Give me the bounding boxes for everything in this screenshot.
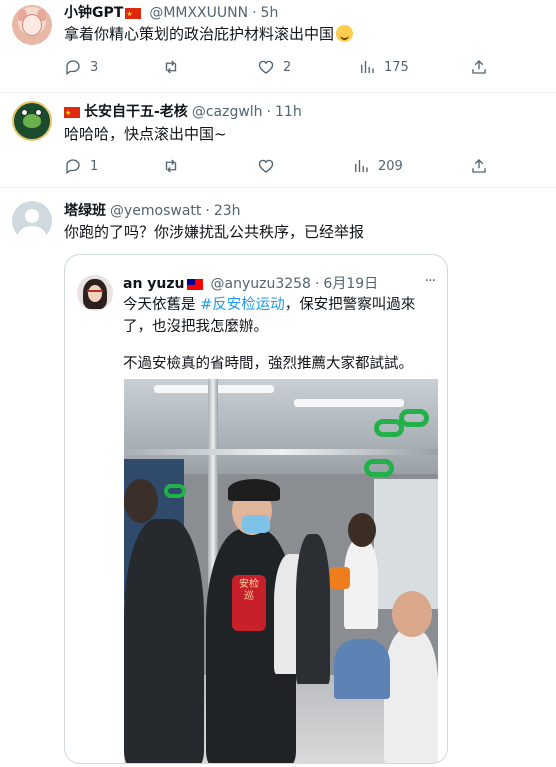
photo-person — [124, 519, 204, 763]
reply-icon — [66, 60, 80, 76]
photo-person — [296, 534, 330, 684]
user-handle[interactable]: @cazgwlh — [192, 103, 263, 121]
photo-person — [384, 629, 438, 763]
avatar-eye — [21, 109, 28, 116]
share-button[interactable] — [470, 58, 488, 76]
sweat-smile-emoji-icon — [336, 25, 354, 42]
reply-count: 1 — [90, 158, 99, 174]
tweet-text: 你跑的了吗？你涉嫌扰乱公共秩序，已经举报 — [64, 223, 365, 241]
timestamp[interactable]: 6月19日 — [323, 275, 378, 293]
subway-photo[interactable]: 安检巡 — [124, 379, 438, 763]
photo-orange-bag — [330, 567, 350, 589]
avatar-body — [18, 226, 46, 241]
share-button[interactable] — [470, 157, 488, 175]
heart-icon — [258, 60, 274, 74]
photo-head — [348, 513, 376, 547]
timestamp[interactable]: 23h — [214, 202, 241, 220]
more-options-icon[interactable]: ··· — [425, 273, 436, 289]
photo-window — [374, 479, 438, 609]
display-name[interactable]: 长安自干五-老核 — [84, 103, 188, 121]
timestamp[interactable]: 11h — [275, 103, 302, 121]
tweet-header: 长安自干五-老核 @cazgwlh · 11h — [64, 103, 302, 122]
retweet-button[interactable] — [162, 58, 188, 76]
reply-count: 3 — [90, 59, 99, 75]
photo-mask — [242, 515, 270, 533]
china-flag-icon — [125, 5, 142, 23]
china-flag-icon — [64, 104, 80, 122]
heart-icon — [258, 159, 274, 173]
photo-rail — [124, 449, 438, 455]
views-chart-icon — [361, 61, 374, 73]
tweet-actions: 3 2 175 — [64, 58, 494, 78]
quoted-tweet-header: an yuzu @anyuzu3258 · 6月19日 — [123, 275, 378, 293]
timestamp[interactable]: 5h — [261, 4, 279, 22]
retweet-button[interactable] — [162, 157, 188, 175]
tweet-header: 小钟GPT @MMXXUUNN · 5h — [64, 4, 279, 23]
display-name[interactable]: an yuzu — [123, 275, 185, 293]
view-count: 175 — [384, 59, 409, 75]
user-handle[interactable]: @anyuzu3258 — [211, 275, 311, 293]
quoted-tweet[interactable]: an yuzu @anyuzu3258 · 6月19日 ··· 今天依舊是 #反… — [64, 254, 448, 764]
hashtag-link[interactable]: #反安检运动 — [200, 297, 285, 313]
photo-grab-handle — [399, 409, 429, 427]
like-button[interactable] — [257, 157, 283, 175]
separator: · — [266, 104, 271, 120]
separator: · — [314, 276, 320, 292]
view-count: 209 — [378, 158, 403, 174]
quoted-text-line: 今天依舊是 #反安检运动，保安把警察叫過來 — [123, 294, 415, 316]
tweet-text: 拿着你精心策划的政治庇护材料滚出中国 — [64, 24, 354, 44]
avatar-head — [25, 209, 39, 223]
views-button[interactable]: 209 — [352, 157, 403, 175]
quoted-text-line: 不過安檢真的省時間，強烈推薦大家都試試。 — [123, 356, 413, 372]
retweet-icon — [165, 60, 177, 74]
views-chart-icon — [355, 160, 368, 172]
views-button[interactable]: 175 — [358, 58, 409, 76]
display-name[interactable]: 小钟GPT — [64, 4, 123, 22]
share-icon — [472, 60, 486, 74]
photo-grab-handle — [164, 484, 186, 498]
avatar-face — [22, 14, 42, 36]
avatar[interactable] — [12, 201, 52, 241]
user-handle[interactable]: @yemoswatt — [110, 202, 201, 220]
photo-head — [124, 479, 158, 523]
avatar-glasses — [87, 290, 103, 294]
like-button[interactable]: 2 — [257, 58, 291, 76]
photo-seated-person — [334, 639, 390, 699]
avatar[interactable] — [12, 101, 52, 141]
reply-icon — [66, 159, 80, 175]
avatar-eye — [35, 109, 42, 116]
armband-text: 安检巡 — [239, 579, 259, 602]
display-name[interactable]: 塔绿班 — [64, 202, 106, 220]
like-count: 2 — [283, 59, 292, 75]
photo-head — [392, 591, 432, 637]
share-icon — [472, 159, 486, 173]
photo-light — [294, 399, 404, 407]
taiwan-flag-icon — [186, 278, 203, 290]
retweet-icon — [165, 159, 177, 173]
photo-cap — [228, 479, 280, 501]
tweet-actions: 1 209 — [64, 157, 494, 177]
avatar[interactable] — [12, 5, 52, 45]
tweet-1[interactable]: 小钟GPT @MMXXUUNN · 5h 拿着你精心策划的政治庇护材料滚出中国 … — [0, 0, 556, 92]
photo-grab-handle — [364, 459, 394, 477]
tweet-text: 哈哈哈，快点滚出中国~ — [64, 125, 227, 143]
tweet-header: 塔绿班 @yemoswatt · 23h — [64, 202, 241, 220]
quoted-text-segment: 今天依舊是 — [123, 297, 201, 313]
user-handle[interactable]: @MMXXUUNN — [149, 4, 248, 22]
separator: · — [252, 5, 257, 21]
tweet-text-content: 拿着你精心策划的政治庇护材料滚出中国 — [64, 25, 335, 43]
avatar-frog — [21, 109, 42, 128]
tweet-2[interactable]: 长安自干五-老核 @cazgwlh · 11h 哈哈哈，快点滚出中国~ 1 20… — [0, 93, 556, 187]
reply-button[interactable]: 1 — [64, 157, 98, 175]
avatar[interactable] — [77, 275, 113, 311]
quoted-text-line: 了，也沒把我怎麼辦。 — [123, 319, 268, 335]
separator: · — [205, 203, 210, 219]
quoted-text-segment: ，保安把警察叫過來 — [284, 297, 416, 313]
reply-button[interactable]: 3 — [64, 58, 98, 76]
